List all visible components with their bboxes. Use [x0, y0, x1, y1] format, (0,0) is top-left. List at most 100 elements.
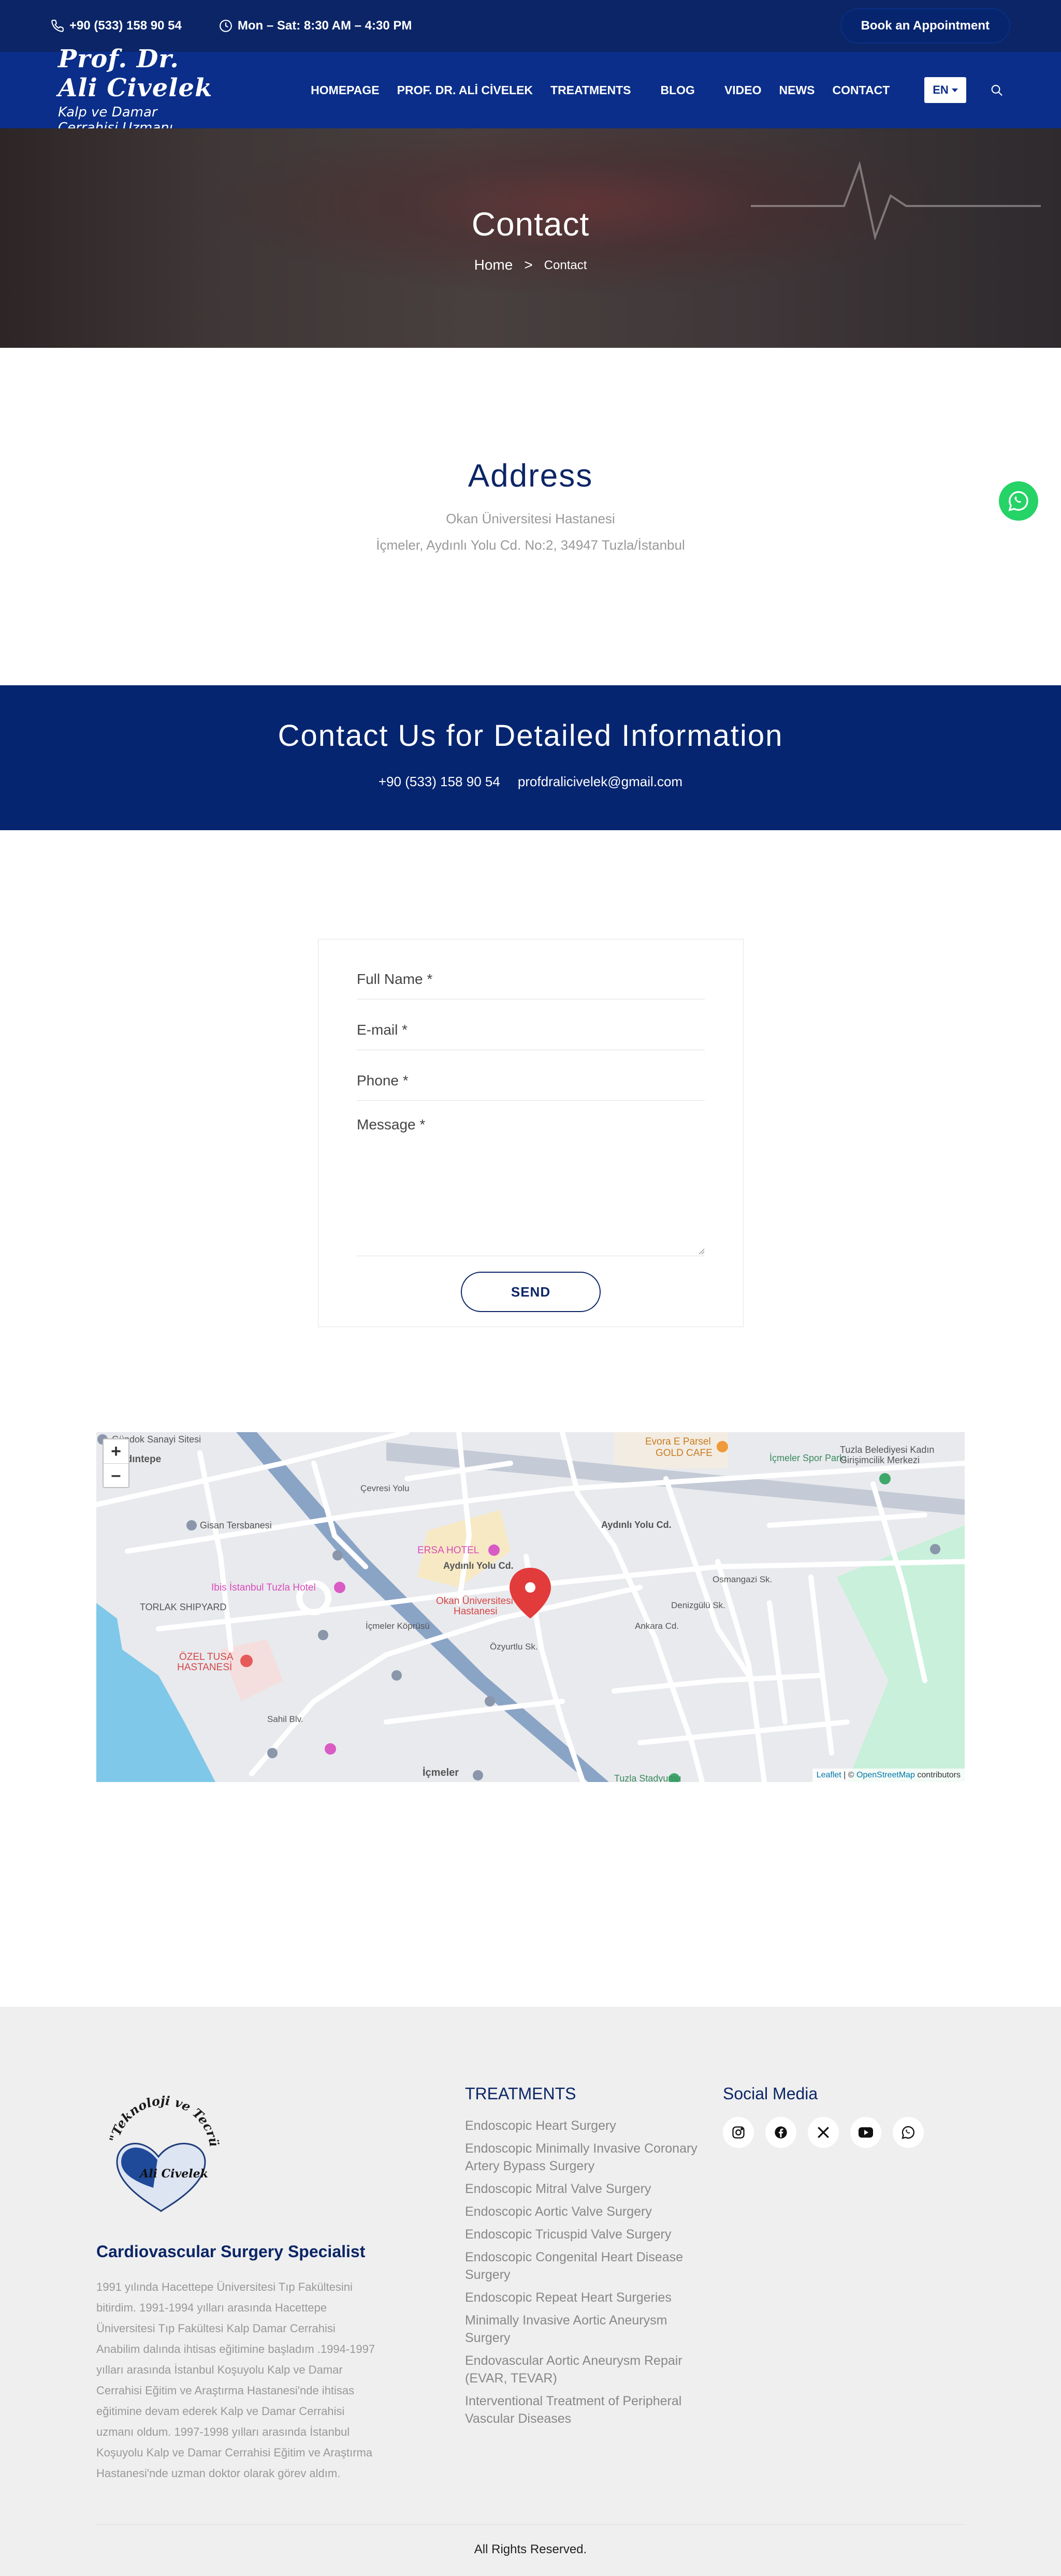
map-label-icmeler-park: İçmeler Spor Parkı — [769, 1453, 847, 1463]
footer-treatment-link[interactable]: Endoscopic Congenital Heart Disease Surg… — [465, 2248, 708, 2284]
leaflet-link[interactable]: Leaflet — [817, 1771, 841, 1779]
site-footer: "Teknoloji ve Tecrübe El Ele" Ali Civele… — [0, 2007, 1061, 2576]
zoom-out-button[interactable]: – — [104, 1463, 128, 1487]
map-label-ersa: ERSA HOTEL — [417, 1545, 479, 1556]
map-label-okan: Okan Üniversitesi — [436, 1596, 513, 1607]
footer-treatment-link[interactable]: Endoscopic Mitral Valve Surgery — [465, 2180, 708, 2198]
attrib-tail: contributors — [914, 1771, 961, 1779]
footer-treatment-link[interactable]: Endoscopic Aortic Valve Surgery — [465, 2203, 708, 2220]
map-label-aydinli-yolu-2: Aydınlı Yolu Cd. — [601, 1520, 672, 1530]
map-label-denizgulu: Denizgülü Sk. — [671, 1600, 725, 1610]
x-icon — [818, 2127, 829, 2138]
footer-about: "Teknoloji ve Tecrübe El Ele" Ali Civele… — [91, 2072, 376, 2484]
nav-item-homepage[interactable]: HOMEPAGE — [302, 83, 388, 97]
svg-text:"Teknoloji ve Tecrübe El Ele": "Teknoloji ve Tecrübe El Ele" — [96, 2084, 222, 2148]
youtube-icon — [859, 2127, 873, 2138]
address-line-1: Okan Üniversitesi Hastanesi — [446, 511, 615, 526]
footer-specialist-title: Cardiovascular Surgery Specialist — [96, 2242, 366, 2261]
band-email-link[interactable]: profdralicivelek@gmail.com — [518, 774, 682, 790]
nav-item-about[interactable]: PROF. DR. ALİ CİVELEK — [388, 83, 542, 97]
full-name-field[interactable]: Full Name * — [357, 970, 705, 999]
map-label-ibis: Ibis İstanbul Tuzla Hotel — [211, 1582, 316, 1593]
map-label-shipyard: TORLAK SHIPYARD — [140, 1602, 226, 1612]
map-label-gisan: Gisan Tersbanesi — [200, 1520, 272, 1530]
footer-social: Social Media — [723, 2084, 940, 2148]
youtube-link[interactable] — [850, 2117, 881, 2148]
facebook-icon — [775, 2126, 787, 2139]
map-label-evora: Evora E Parsel — [645, 1436, 711, 1447]
nav-item-video[interactable]: VIDEO — [716, 83, 771, 97]
page-hero: Contact Home > Contact — [0, 128, 1061, 348]
x-twitter-link[interactable] — [808, 2117, 839, 2148]
map-label-tuzla-bel-2: Girişimcilik Merkezi — [840, 1455, 920, 1465]
footer-treatment-link[interactable]: Minimally Invasive Aortic Aneurysm Surge… — [465, 2312, 708, 2347]
footer-treatment-link[interactable]: Endoscopic Repeat Heart Surgeries — [465, 2289, 708, 2306]
breadcrumb-separator: > — [524, 257, 533, 273]
nav-item-news[interactable]: NEWS — [771, 83, 824, 97]
main-navigation: Prof. Dr. Ali Civelek Kalp ve Damar Cerr… — [0, 45, 1061, 136]
whatsapp-icon — [902, 2126, 914, 2139]
map-label-okan-2: Hastanesi — [454, 1606, 498, 1617]
phone-field[interactable]: Phone * — [357, 1066, 705, 1101]
nav-item-contact[interactable]: CONTACT — [824, 83, 899, 97]
footer-treatment-link[interactable]: Endoscopic Minimally Invasive Coronary A… — [465, 2140, 708, 2175]
map-label-tuzla-stad: Tuzla Stadyumu — [614, 1773, 681, 1782]
language-selector[interactable]: EN — [924, 77, 966, 103]
opening-hours: Mon – Sat: 8:30 AM – 4:30 PM — [219, 19, 412, 33]
footer-treatment-link[interactable]: Endoscopic Tricuspid Valve Surgery — [465, 2226, 708, 2243]
footer-treatment-link[interactable]: Endoscopic Heart Surgery — [465, 2117, 708, 2135]
email-field[interactable]: E-mail * — [357, 1015, 705, 1050]
zoom-in-button[interactable]: + — [104, 1439, 128, 1463]
instagram-icon — [732, 2126, 745, 2139]
breadcrumb-home[interactable]: Home — [474, 257, 513, 273]
breadcrumb-current: Contact — [544, 258, 587, 272]
band-title: Contact Us for Detailed Information — [278, 719, 783, 753]
seal-slogan: "Teknoloji ve Tecrübe El Ele" — [91, 2072, 222, 2148]
map-label-hastanesi: HASTANESİ — [177, 1662, 232, 1673]
instagram-link[interactable] — [723, 2117, 754, 2148]
map-section: Gündok Sanayi Sitesi Aydıntepe Gisan Ter… — [0, 1432, 1061, 2007]
osm-link[interactable]: OpenStreetMap — [856, 1771, 915, 1779]
page-title: Contact — [471, 205, 590, 243]
footer-treatment-link[interactable]: Interventional Treatment of Peripheral V… — [465, 2392, 708, 2427]
message-field[interactable]: Message * — [357, 1116, 705, 1256]
whatsapp-icon — [1008, 491, 1028, 511]
footer-treatments: TREATMENTS Endoscopic Heart Surgery Endo… — [465, 2084, 708, 2433]
footer-bio: 1991 yılında Hacettepe Üniversitesi Tıp … — [96, 2280, 375, 2480]
map-label-ozel-tusa: ÖZEL TUSA — [179, 1652, 234, 1662]
nav-item-treatments[interactable]: TREATMENTS — [542, 83, 639, 97]
nav-item-blog[interactable]: BLOG — [639, 83, 715, 97]
social-links — [723, 2117, 940, 2148]
hours-text: Mon – Sat: 8:30 AM – 4:30 PM — [237, 19, 412, 33]
location-map[interactable]: Gündok Sanayi Sitesi Aydıntepe Gisan Ter… — [96, 1432, 965, 1782]
map-label-ozyurtlu: Özyurtlu Sk. — [490, 1642, 538, 1652]
message-placeholder: Message * — [357, 1116, 426, 1132]
band-contact-row: +90 (533) 158 90 54 profdralicivelek@gma… — [0, 774, 1061, 790]
map-label-cevre-yolu: Çevresi Yolu — [360, 1483, 410, 1493]
menu: HOMEPAGE PROF. DR. ALİ CİVELEK TREATMENT… — [302, 83, 898, 97]
breadcrumb: Home > Contact — [0, 257, 1061, 273]
footer-copyright: All Rights Reserved. — [96, 2524, 965, 2557]
address-title: Address — [468, 458, 593, 494]
top-bar: +90 (533) 158 90 54 Mon – Sat: 8:30 AM –… — [0, 0, 1061, 52]
phone-number: +90 (533) 158 90 54 — [69, 19, 182, 33]
facebook-link[interactable] — [765, 2117, 796, 2148]
book-appointment-button[interactable]: Book an Appointment — [840, 8, 1010, 43]
search-icon[interactable] — [990, 81, 1003, 99]
footer-seal-logo[interactable]: "Teknoloji ve Tecrübe El Ele" Ali Civele… — [91, 2072, 231, 2219]
map-label-sahil: Sahil Blv. — [267, 1714, 303, 1724]
map-tiles: Gündok Sanayi Sitesi Aydıntepe Gisan Ter… — [96, 1432, 965, 1782]
whatsapp-float-button[interactable] — [999, 481, 1038, 521]
footer-treatment-link[interactable]: Endovascular Aortic Aneurysm Repair (EVA… — [465, 2352, 708, 2387]
site-logo[interactable]: Prof. Dr. Ali Civelek Kalp ve Damar Cerr… — [58, 45, 219, 136]
whatsapp-link[interactable] — [893, 2117, 924, 2148]
send-button[interactable]: SEND — [461, 1272, 601, 1312]
footer-social-title: Social Media — [723, 2084, 818, 2103]
contact-form: Full Name * E-mail * Phone * Message * S… — [318, 939, 744, 1327]
resize-grip-icon[interactable] — [697, 1247, 705, 1255]
contact-band: Contact Us for Detailed Information +90 … — [0, 685, 1061, 830]
map-label-aydinli-yolu: Aydınlı Yolu Cd. — [443, 1561, 514, 1571]
phone-icon — [51, 20, 64, 32]
phone-contact[interactable]: +90 (533) 158 90 54 — [51, 19, 182, 33]
band-phone-link[interactable]: +90 (533) 158 90 54 — [379, 774, 500, 790]
